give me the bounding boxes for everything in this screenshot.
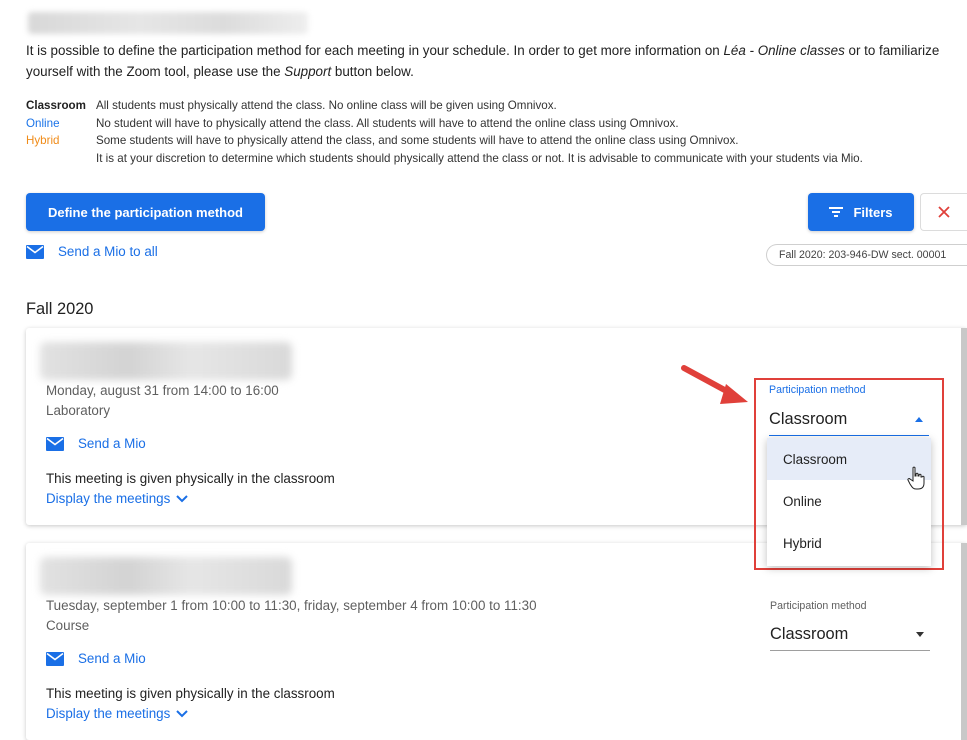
legend-term-spacer bbox=[26, 150, 96, 168]
caret-up-icon bbox=[915, 417, 923, 422]
legend-row-hybrid-2: It is at your discretion to determine wh… bbox=[26, 150, 961, 168]
scrollbar[interactable] bbox=[961, 543, 967, 740]
participation-legend: Classroom All students must physically a… bbox=[26, 97, 961, 167]
mail-icon bbox=[26, 244, 44, 259]
blurred-meeting-title bbox=[40, 557, 292, 595]
legend-row-hybrid: Hybrid Some students will have to physic… bbox=[26, 132, 961, 150]
legend-desc-hybrid-2: It is at your discretion to determine wh… bbox=[96, 151, 863, 165]
legend-term-online: Online bbox=[26, 116, 60, 130]
send-mio-label: Send a Mio bbox=[78, 436, 146, 451]
section-title: Fall 2020 bbox=[26, 300, 94, 318]
mail-icon bbox=[46, 651, 64, 666]
filters-label: Filters bbox=[853, 204, 893, 220]
intro-part-1: It is possible to define the participati… bbox=[26, 43, 724, 58]
participation-method-value: Classroom bbox=[769, 410, 848, 428]
meeting-description: This meeting is given physically in the … bbox=[46, 471, 335, 486]
participation-method-select[interactable]: Classroom bbox=[769, 404, 929, 436]
send-mio-link[interactable]: Send a Mio bbox=[46, 651, 146, 666]
option-hybrid[interactable]: Hybrid bbox=[767, 522, 931, 564]
meeting-date: Tuesday, september 1 from 10:00 to 11:30… bbox=[46, 598, 537, 613]
legend-row-online: Online No student will have to physicall… bbox=[26, 115, 961, 133]
chevron-down-icon bbox=[176, 709, 189, 717]
participation-method-select[interactable]: Classroom bbox=[770, 619, 930, 651]
mail-icon bbox=[46, 436, 64, 451]
display-meetings-label: Display the meetings bbox=[46, 706, 171, 721]
support-reference: Support bbox=[284, 64, 332, 79]
blurred-course-header bbox=[28, 12, 308, 34]
legend-desc-online: No student will have to physically atten… bbox=[96, 116, 679, 130]
hand-cursor-icon bbox=[907, 466, 925, 490]
chevron-down-icon bbox=[176, 494, 189, 502]
send-mio-to-all-link[interactable]: Send a Mio to all bbox=[26, 244, 158, 259]
participation-method-label: Participation method bbox=[770, 600, 867, 612]
send-mio-label: Send a Mio bbox=[78, 651, 146, 666]
meeting-description: This meeting is given physically in the … bbox=[46, 686, 335, 701]
display-meetings-label: Display the meetings bbox=[46, 491, 171, 506]
display-meetings-toggle[interactable]: Display the meetings bbox=[46, 706, 189, 721]
scrollbar[interactable] bbox=[961, 328, 967, 525]
define-participation-method-button[interactable]: Define the participation method bbox=[26, 193, 265, 231]
legend-term-hybrid: Hybrid bbox=[26, 134, 60, 147]
send-mio-to-all-label: Send a Mio to all bbox=[58, 244, 158, 259]
active-filter-chip[interactable]: Fall 2020: 203-946-DW sect. 00001 bbox=[766, 244, 967, 266]
meeting-type: Laboratory bbox=[46, 403, 111, 418]
blurred-meeting-title bbox=[40, 342, 292, 380]
send-mio-link[interactable]: Send a Mio bbox=[46, 436, 146, 451]
participation-method-value: Classroom bbox=[770, 625, 849, 643]
meeting-type: Course bbox=[46, 618, 90, 633]
intro-text: It is possible to define the participati… bbox=[26, 40, 961, 82]
lea-online-classes-link[interactable]: Léa - Online classes bbox=[723, 43, 844, 58]
legend-desc-classroom: All students must physically attend the … bbox=[96, 99, 557, 112]
close-icon bbox=[938, 206, 950, 218]
participation-method-label: Participation method bbox=[769, 384, 866, 396]
meeting-card: Monday, august 31 from 14:00 to 16:00 La… bbox=[26, 328, 967, 570]
participation-method-menu: Classroom Online Hybrid bbox=[767, 438, 931, 566]
red-arrow-annotation bbox=[681, 365, 748, 404]
clear-filters-button[interactable] bbox=[920, 193, 967, 231]
filters-button[interactable]: Filters bbox=[808, 193, 914, 231]
caret-down-icon bbox=[916, 632, 924, 637]
filter-icon bbox=[829, 207, 844, 217]
legend-term-classroom: Classroom bbox=[26, 99, 86, 112]
display-meetings-toggle[interactable]: Display the meetings bbox=[46, 491, 189, 506]
legend-row-classroom: Classroom All students must physically a… bbox=[26, 97, 961, 115]
legend-desc-hybrid: Some students will have to physically at… bbox=[96, 134, 739, 147]
meeting-date: Monday, august 31 from 14:00 to 16:00 bbox=[46, 383, 279, 398]
intro-part-3: button below. bbox=[331, 64, 414, 79]
meeting-card: Tuesday, september 1 from 10:00 to 11:30… bbox=[26, 543, 967, 740]
